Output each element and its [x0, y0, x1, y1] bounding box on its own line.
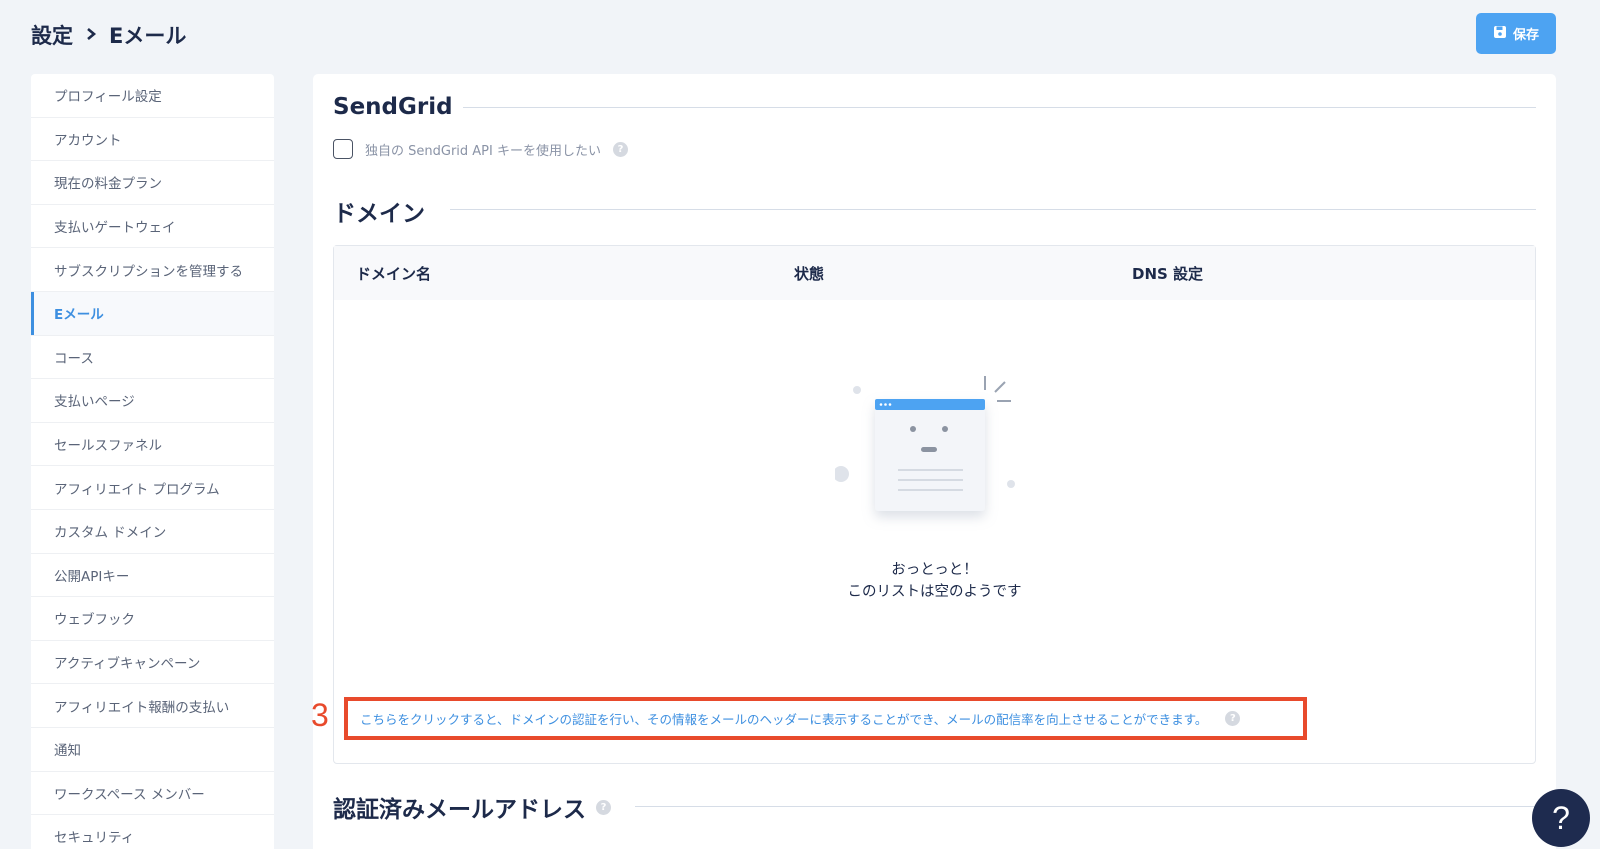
help-chat-button[interactable]: ? [1532, 789, 1590, 847]
column-header-domain-name: ドメイン名 [356, 265, 432, 283]
sidebar-item-label: プロフィール設定 [54, 89, 162, 106]
sidebar-item-plan[interactable]: 現在の料金プラン [31, 161, 274, 205]
help-icon[interactable]: ? [613, 141, 628, 157]
breadcrumb: 設定 Eメール [31, 20, 186, 50]
column-header-dns-settings: DNS 設定 [1132, 265, 1204, 283]
sidebar-item-public-api-key[interactable]: 公開APIキー [31, 554, 274, 598]
sidebar-item-label: セールスファネル [54, 438, 162, 455]
sidebar-item-account[interactable]: アカウント [31, 118, 274, 162]
sidebar-item-label: セキュリティ [54, 830, 135, 847]
sidebar-item-affiliate-program[interactable]: アフィリエイト プログラム [31, 466, 274, 510]
column-header-status: 状態 [794, 265, 825, 283]
sidebar-item-label: アカウント [54, 132, 122, 149]
sidebar-item-label: Eメール [54, 307, 104, 324]
sidebar-item-active-campaign[interactable]: アクティブキャンペーン [31, 641, 274, 685]
sidebar-item-label: アクティブキャンペーン [54, 656, 201, 673]
sidebar-item-affiliate-payouts[interactable]: アフィリエイト報酬の支払い [31, 684, 274, 728]
sendgrid-api-key-checkbox[interactable] [333, 139, 353, 159]
sidebar-item-label: 支払いページ [54, 394, 135, 411]
help-icon[interactable]: ? [596, 799, 611, 815]
sidebar-item-subscriptions[interactable]: サブスクリプションを管理する [31, 248, 274, 292]
empty-window-illustration [832, 376, 1015, 511]
sidebar-item-label: アフィリエイト報酬の支払い [54, 699, 230, 716]
sidebar-item-security[interactable]: セキュリティ [31, 815, 274, 849]
breadcrumb-current: Eメール [109, 24, 187, 48]
verified-emails-section-title: 認証済みメールアドレス ? [333, 790, 611, 824]
sidebar-item-email[interactable]: Eメール [31, 291, 274, 336]
domain-table: ドメイン名 状態 DNS 設定 おっとっと！ このリストは空のようです こちらを… [333, 245, 1536, 764]
sidebar-item-label: コース [54, 350, 94, 367]
sidebar-item-payment-pages[interactable]: 支払いページ [31, 379, 274, 423]
section-divider [463, 107, 1536, 108]
chevron-right-icon [85, 25, 97, 46]
sidebar-item-label: ウェブフック [54, 612, 135, 629]
sidebar-item-profile[interactable]: プロフィール設定 [31, 74, 274, 118]
empty-state-illustration [334, 366, 1535, 550]
hint-link-text[interactable]: こちらをクリックすると、ドメインの認証を行い、その情報をメールのヘッダーに表示す… [360, 709, 1207, 728]
annotation-marker: 3 [311, 697, 329, 733]
domain-verification-hint-link[interactable]: こちらをクリックすると、ドメインの認証を行い、その情報をメールのヘッダーに表示す… [344, 697, 1307, 740]
sidebar-item-workspace-members[interactable]: ワークスペース メンバー [31, 772, 274, 816]
sidebar-item-payment-gateway[interactable]: 支払いゲートウェイ [31, 205, 274, 249]
settings-sidebar: プロフィール設定 アカウント 現在の料金プラン 支払いゲートウェイ サブスクリプ… [31, 74, 274, 849]
section-divider [635, 806, 1536, 807]
sendgrid-section-title: SendGrid [333, 94, 453, 120]
sidebar-item-label: 公開APIキー [54, 568, 130, 585]
sidebar-item-label: カスタム ドメイン [54, 525, 167, 542]
domain-section-title: ドメイン [333, 201, 425, 227]
sidebar-item-notifications[interactable]: 通知 [31, 728, 274, 772]
sidebar-item-label: 支払いゲートウェイ [54, 220, 176, 237]
help-icon[interactable]: ? [1225, 711, 1241, 726]
breadcrumb-parent[interactable]: 設定 [31, 20, 73, 50]
sidebar-item-label: ワークスペース メンバー [54, 786, 205, 803]
email-settings-panel: SendGrid 独自の SendGrid API キーを使用したい ? ドメイ… [313, 74, 1556, 849]
sidebar-item-label: 通知 [54, 743, 81, 760]
floppy-disk-icon [1493, 25, 1507, 43]
empty-state-subtitle: このリストは空のようです [847, 584, 1022, 600]
verified-emails-title-text: 認証済みメールアドレス [333, 797, 586, 823]
table-header: ドメイン名 状態 DNS 設定 [334, 246, 1535, 300]
save-button[interactable]: 保存 [1476, 13, 1556, 54]
sidebar-item-label: アフィリエイト プログラム [54, 481, 220, 498]
empty-state-title: おっとっと！ [891, 562, 978, 578]
sidebar-item-label: 現在の料金プラン [54, 176, 162, 193]
sidebar-item-webhooks[interactable]: ウェブフック [31, 597, 274, 641]
sendgrid-api-key-option: 独自の SendGrid API キーを使用したい ? [333, 139, 628, 159]
save-button-label: 保存 [1512, 28, 1539, 43]
sendgrid-api-key-label: 独自の SendGrid API キーを使用したい [365, 143, 601, 159]
sidebar-item-label: サブスクリプションを管理する [54, 263, 243, 280]
sidebar-item-courses[interactable]: コース [31, 336, 274, 380]
top-bar: 設定 Eメール 保存 [0, 0, 1600, 66]
sidebar-item-custom-domain[interactable]: カスタム ドメイン [31, 510, 274, 554]
sidebar-item-sales-funnel[interactable]: セールスファネル [31, 423, 274, 467]
section-divider [450, 209, 1536, 210]
empty-state-message: おっとっと！ このリストは空のようです [334, 559, 1535, 603]
